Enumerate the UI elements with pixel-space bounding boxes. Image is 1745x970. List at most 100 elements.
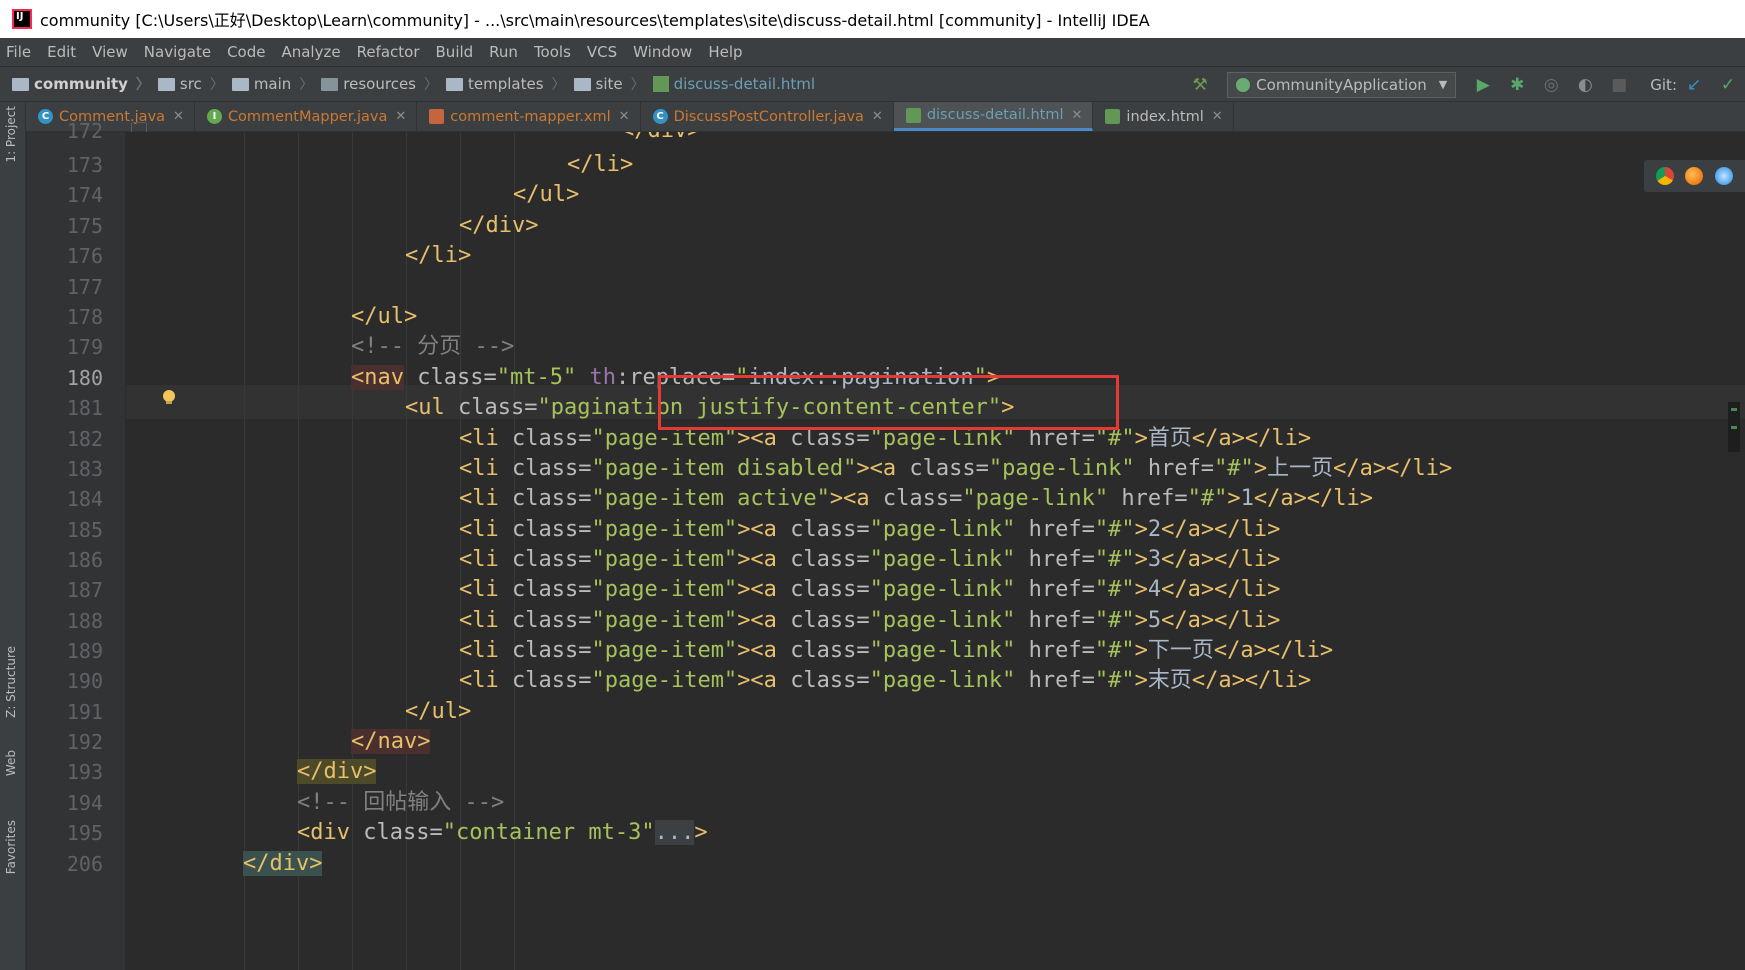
favorites-panel-button[interactable]: Favorites xyxy=(4,820,18,874)
tab-label: CommentMapper.java xyxy=(227,108,388,125)
menu-refactor[interactable]: Refactor xyxy=(357,43,420,61)
git-commit-icon[interactable]: ✓ xyxy=(1717,74,1739,96)
breadcrumb-resources[interactable]: resources 〉 xyxy=(321,74,438,94)
code-string: "page-link" xyxy=(869,577,1016,602)
menu-code[interactable]: Code xyxy=(227,43,265,61)
breadcrumb-label: community xyxy=(34,75,128,93)
git-label: Git: xyxy=(1650,75,1677,94)
menu-analyze[interactable]: Analyze xyxy=(281,43,340,61)
code-tag: <li xyxy=(459,456,499,481)
close-icon[interactable]: ✕ xyxy=(1072,108,1083,123)
line-number: 193 xyxy=(66,760,103,784)
error-stripe-marker[interactable] xyxy=(1728,402,1740,452)
chevron-right-icon: 〉 xyxy=(209,77,224,93)
breadcrumb-site[interactable]: site 〉 xyxy=(573,74,645,94)
build-hammer-icon[interactable]: ⚒ xyxy=(1189,74,1211,96)
code-string: "#" xyxy=(1214,456,1254,481)
tab-index-html[interactable]: index.html ✕ xyxy=(1093,102,1234,131)
code-comment: <!-- 分页 --> xyxy=(351,334,515,359)
code-text: 5 xyxy=(1147,608,1162,633)
breadcrumb-label: src xyxy=(179,75,202,93)
code-tag: </a></li> xyxy=(1253,486,1374,511)
code-line-172: </div> xyxy=(621,132,700,148)
breadcrumb-templates[interactable]: templates 〉 xyxy=(446,74,566,94)
folded-code-placeholder[interactable]: ... xyxy=(654,820,695,845)
code-tag: </a></li> xyxy=(1333,456,1453,481)
line-number: 206 xyxy=(66,852,103,876)
code-text: 下一页 xyxy=(1147,638,1214,663)
code-attr: href= xyxy=(1028,608,1095,633)
code-text: 末页 xyxy=(1147,668,1192,693)
code-attr: class= xyxy=(512,577,592,602)
code-tag: <li xyxy=(459,608,499,633)
code-text: 首页 xyxy=(1147,426,1192,451)
code-editor[interactable]: </div> </li> </ul> </div> </li> </ul> <!… xyxy=(126,132,1745,970)
code-tag: ><a xyxy=(737,517,777,542)
breadcrumb-src[interactable]: src 〉 xyxy=(157,74,224,94)
run-icon[interactable]: ▶ xyxy=(1472,74,1494,96)
code-string: "page-link" xyxy=(869,668,1016,693)
coverage-icon[interactable]: ◎ xyxy=(1540,74,1562,96)
profile-icon[interactable]: ◐ xyxy=(1574,74,1596,96)
intellij-logo-icon xyxy=(12,9,32,29)
folder-icon xyxy=(446,77,463,91)
breadcrumb-label: discuss-detail.html xyxy=(673,75,816,93)
firefox-icon[interactable] xyxy=(1685,167,1704,185)
menu-run[interactable]: Run xyxy=(489,43,518,61)
close-icon[interactable]: ✕ xyxy=(872,109,883,124)
safari-icon[interactable] xyxy=(1715,167,1734,185)
breadcrumb-main[interactable]: main 〉 xyxy=(231,74,313,94)
breadcrumb-community[interactable]: community 〉 xyxy=(12,74,150,94)
close-icon[interactable]: ✕ xyxy=(395,109,406,124)
close-icon[interactable]: ✕ xyxy=(1212,109,1223,124)
code-line-195: <div class="container mt-3"...> xyxy=(297,816,708,850)
stop-icon[interactable]: ■ xyxy=(1608,74,1630,96)
code-line-176: </li> xyxy=(405,239,471,273)
menu-vcs[interactable]: VCS xyxy=(587,43,617,61)
menu-file[interactable]: File xyxy=(6,43,31,61)
code-attr: class= xyxy=(790,547,870,572)
tab-discusspostcontroller-java[interactable]: C DiscussPostController.java ✕ xyxy=(641,102,894,131)
window-title-bar: community [C:\Users\正好\Desktop\Learn\com… xyxy=(0,0,1745,38)
run-configuration-select[interactable]: CommunityApplication ▼ xyxy=(1227,71,1457,98)
code-tag: </a></li> xyxy=(1161,608,1281,633)
lightbulb-icon[interactable] xyxy=(163,390,175,404)
code-string: "#" xyxy=(1094,577,1135,602)
git-update-icon[interactable]: ↙ xyxy=(1683,74,1705,96)
code-line-188: <li class="page-item"><a class="page-lin… xyxy=(459,604,1280,638)
code-attr: class= xyxy=(417,365,497,390)
breadcrumb: community 〉 src 〉 main 〉 resources 〉 templat… xyxy=(0,74,823,94)
debug-icon[interactable]: ✱ xyxy=(1506,74,1528,96)
code-string: "#" xyxy=(1094,547,1135,572)
chrome-icon[interactable] xyxy=(1655,167,1674,185)
menu-view[interactable]: View xyxy=(92,43,128,61)
tab-discuss-detail-html[interactable]: discuss-detail.html ✕ xyxy=(893,102,1094,131)
code-tag: </nav> xyxy=(351,729,431,754)
code-attr: class= xyxy=(363,820,443,845)
code-tag: <li xyxy=(459,547,499,572)
code-line-174: </ul> xyxy=(513,178,579,212)
menu-build[interactable]: Build xyxy=(436,43,474,61)
close-icon[interactable]: ✕ xyxy=(173,109,184,124)
menu-window[interactable]: Window xyxy=(633,43,692,61)
indent-guide xyxy=(244,132,245,970)
project-panel-button[interactable]: 1: Project xyxy=(4,106,18,163)
tab-commentmapper-java[interactable]: I CommentMapper.java ✕ xyxy=(195,102,418,131)
menu-navigate[interactable]: Navigate xyxy=(144,43,211,61)
web-panel-button[interactable]: Web xyxy=(4,750,18,776)
breadcrumb-file[interactable]: discuss-detail.html xyxy=(652,75,816,93)
code-string: "page-item" xyxy=(591,608,738,633)
code-tag: > xyxy=(1134,638,1148,663)
chevron-right-icon: 〉 xyxy=(630,77,645,93)
menu-tools[interactable]: Tools xyxy=(534,43,571,61)
code-attr: href= xyxy=(1121,486,1188,511)
tab-comment-mapper-xml[interactable]: comment-mapper.xml ✕ xyxy=(417,102,641,131)
menu-help[interactable]: Help xyxy=(708,43,742,61)
line-number: 190 xyxy=(66,669,103,693)
close-icon[interactable]: ✕ xyxy=(619,109,630,124)
code-tag: > xyxy=(1134,517,1148,542)
code-tag: > xyxy=(1134,547,1148,572)
menu-edit[interactable]: Edit xyxy=(47,43,76,61)
structure-panel-button[interactable]: Z: Structure xyxy=(4,646,18,718)
code-attr: class= xyxy=(909,456,989,481)
